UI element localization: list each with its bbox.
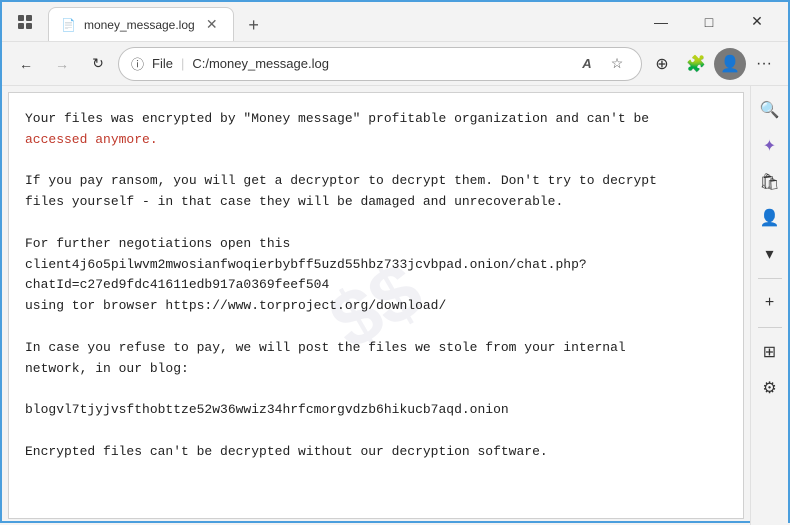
sidebar-divider-2 [758,327,782,328]
maximize-button[interactable]: □ [686,6,732,38]
paragraph-3-line2: client4j6o5pilwvm2mwosianfwoqierbybff5uz… [25,255,727,276]
paragraph-1-line1: Your files was encrypted by "Money messa… [25,109,727,130]
sidebar-profile-button[interactable]: 👤 [754,202,786,234]
shopping-button[interactable]: 🛍 [754,166,786,198]
paragraph-2-line2: files yourself - in that case they will … [25,192,727,213]
close-button[interactable]: ✕ [734,6,780,38]
copilot-button[interactable]: ✦ [754,130,786,162]
sidebar-divider [758,278,782,279]
sidebar-add-button[interactable]: + [754,287,786,319]
address-bar[interactable]: ⓘ File | C:/money_message.log A ☆ [118,47,642,81]
tab-close-button[interactable]: ✕ [203,16,221,34]
profile-icon-btn[interactable] [10,7,40,37]
navigation-bar: ← → ↻ ⓘ File | C:/money_message.log A ☆ … [2,42,788,86]
browser-logo [17,14,33,30]
refresh-button[interactable]: ↻ [82,48,114,80]
blog-link: blogvl7tjyjvsfthobttze52w36wwiz34hrfcmor… [25,400,727,421]
address-bar-icons: A ☆ [575,52,629,76]
window-controls-right: — □ ✕ [638,6,780,38]
menu-button[interactable]: ··· [748,48,780,80]
paragraph-2-line1: If you pay ransom, you will get a decryp… [25,171,727,192]
paragraph-3-line3: chatId=c27ed9fdc41611edb917a0369feef504 [25,275,727,296]
blank-3 [25,317,727,338]
title-bar: 📄 money_message.log ✕ + — □ ✕ [2,2,788,42]
window-controls-left [10,7,40,37]
minimize-button[interactable]: — [638,6,684,38]
paragraph-3-line1: For further negotiations open this [25,234,727,255]
nav-right-icons: ⊕ 🧩 👤 ··· [646,48,780,80]
blank-2 [25,213,727,234]
forward-button[interactable]: → [46,48,78,80]
content-text: Your files was encrypted by "Money messa… [25,109,727,463]
sidebar-settings-button[interactable]: ⚙ [754,372,786,404]
paragraph-4-line1: In case you refuse to pay, we will post … [25,338,727,359]
collections-button[interactable]: ⊕ [646,48,678,80]
back-button[interactable]: ← [10,48,42,80]
active-tab[interactable]: 📄 money_message.log ✕ [48,7,234,41]
blank-5 [25,421,727,442]
blank-4 [25,379,727,400]
address-text: C:/money_message.log [192,56,567,71]
read-aloud-icon[interactable]: A [575,52,599,76]
main-area: $$ Your files was encrypted by "Money me… [2,86,788,525]
encrypted-note: Encrypted files can't be decrypted witho… [25,442,727,463]
paragraph-3-line4: using tor browser https://www.torproject… [25,296,727,317]
sidebar-layout-button[interactable]: ⊞ [754,336,786,368]
tab-strip: 📄 money_message.log ✕ + [48,2,638,41]
content-area: $$ Your files was encrypted by "Money me… [8,92,744,519]
tab-title-text: money_message.log [84,18,195,32]
favorites-icon[interactable]: ☆ [605,52,629,76]
paragraph-4-line2: network, in our blog: [25,359,727,380]
new-tab-button[interactable]: + [238,9,270,41]
file-label: File [152,56,173,71]
profile-button[interactable]: 👤 [714,48,746,80]
sidebar-right: 🔍 ✦ 🛍 👤 ▾ + ⊞ ⚙ [750,86,788,525]
info-icon: ⓘ [131,54,144,73]
tab-favicon: 📄 [61,18,76,32]
paragraph-1-line2: accessed anymore. [25,130,727,151]
address-separator: | [181,56,184,71]
search-sidebar-button[interactable]: 🔍 [754,94,786,126]
blank-1 [25,151,727,172]
sidebar-dropdown-button[interactable]: ▾ [754,238,786,270]
extensions-button[interactable]: 🧩 [680,48,712,80]
